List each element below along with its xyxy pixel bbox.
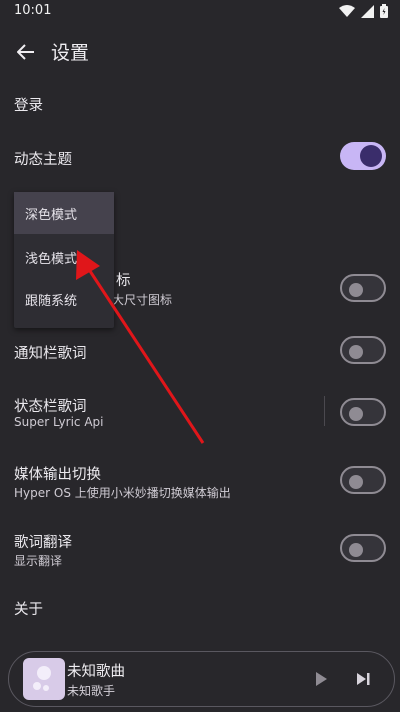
album-cover <box>23 658 65 700</box>
statusbar-lyrics-subtitle: Super Lyric Api <box>14 415 104 429</box>
song-artist: 未知歌手 <box>67 684 116 698</box>
next-button[interactable] <box>353 669 373 689</box>
switch-knob <box>349 345 363 359</box>
switch-knob <box>349 543 363 557</box>
mini-player[interactable]: 未知歌曲 未知歌手 <box>8 651 395 707</box>
song-title: 未知歌曲 <box>67 664 125 680</box>
settings-row-lyrics-translation[interactable]: 歌词翻译 显示翻译 <box>0 528 400 572</box>
icon-size-switch[interactable] <box>340 274 386 302</box>
dynamic-theme-switch[interactable] <box>340 142 386 170</box>
menu-item-follow-system[interactable]: 跟随系统 <box>14 278 114 320</box>
menu-item-dark-mode[interactable]: 深色模式 <box>14 192 114 234</box>
settings-row-notification-lyrics[interactable]: 通知栏歌词 <box>0 334 400 368</box>
battery-icon <box>380 4 388 18</box>
album-art-icon <box>33 666 51 691</box>
status-time: 10:01 <box>14 3 52 18</box>
theme-mode-menu: 深色模式 浅色模式 跟随系统 <box>14 192 114 328</box>
settings-row-about[interactable]: 关于 <box>0 592 400 624</box>
play-icon <box>316 672 327 686</box>
switch-knob <box>349 407 363 421</box>
lyrics-translation-subtitle: 显示翻译 <box>14 554 63 568</box>
page-title: 设置 <box>51 42 90 64</box>
media-output-switch[interactable] <box>340 466 386 494</box>
status-icons <box>339 4 388 18</box>
icon-size-label: 标 <box>116 273 131 289</box>
arrow-left-icon <box>17 44 34 60</box>
switch-knob <box>360 145 382 167</box>
media-output-subtitle: Hyper OS 上使用小米妙播切换媒体输出 <box>14 486 231 500</box>
settings-row-login[interactable]: 登录 <box>0 88 400 122</box>
skip-next-icon <box>357 673 370 685</box>
wifi-icon <box>339 4 355 17</box>
cell-signal-icon <box>361 4 374 18</box>
menu-item-light-mode[interactable]: 浅色模式 <box>14 236 114 278</box>
login-label: 登录 <box>14 98 43 114</box>
lyrics-translation-switch[interactable] <box>340 534 386 562</box>
back-button[interactable] <box>12 38 40 66</box>
icon-size-subtitle: 大尺寸图标 <box>112 293 173 307</box>
settings-row-statusbar-lyrics[interactable]: 状态栏歌词 Super Lyric Api <box>0 392 400 436</box>
play-button[interactable] <box>311 669 331 689</box>
about-label: 关于 <box>14 602 43 618</box>
statusbar-lyrics-switch[interactable] <box>340 398 386 426</box>
notification-lyrics-switch[interactable] <box>340 336 386 364</box>
dynamic-theme-label: 动态主题 <box>14 152 72 168</box>
app-bar: 设置 <box>0 30 400 74</box>
notification-lyrics-label: 通知栏歌词 <box>14 346 87 362</box>
switch-knob <box>349 283 363 297</box>
settings-row-dynamic-theme[interactable]: 动态主题 <box>0 140 400 176</box>
switch-knob <box>349 475 363 489</box>
status-bar: 10:01 <box>0 0 400 24</box>
settings-row-media-output[interactable]: 媒体输出切换 Hyper OS 上使用小米妙播切换媒体输出 <box>0 460 400 504</box>
statusbar-lyrics-label: 状态栏歌词 <box>14 399 87 415</box>
row-divider <box>324 396 325 426</box>
lyrics-translation-label: 歌词翻译 <box>14 535 72 551</box>
media-output-label: 媒体输出切换 <box>14 467 101 483</box>
